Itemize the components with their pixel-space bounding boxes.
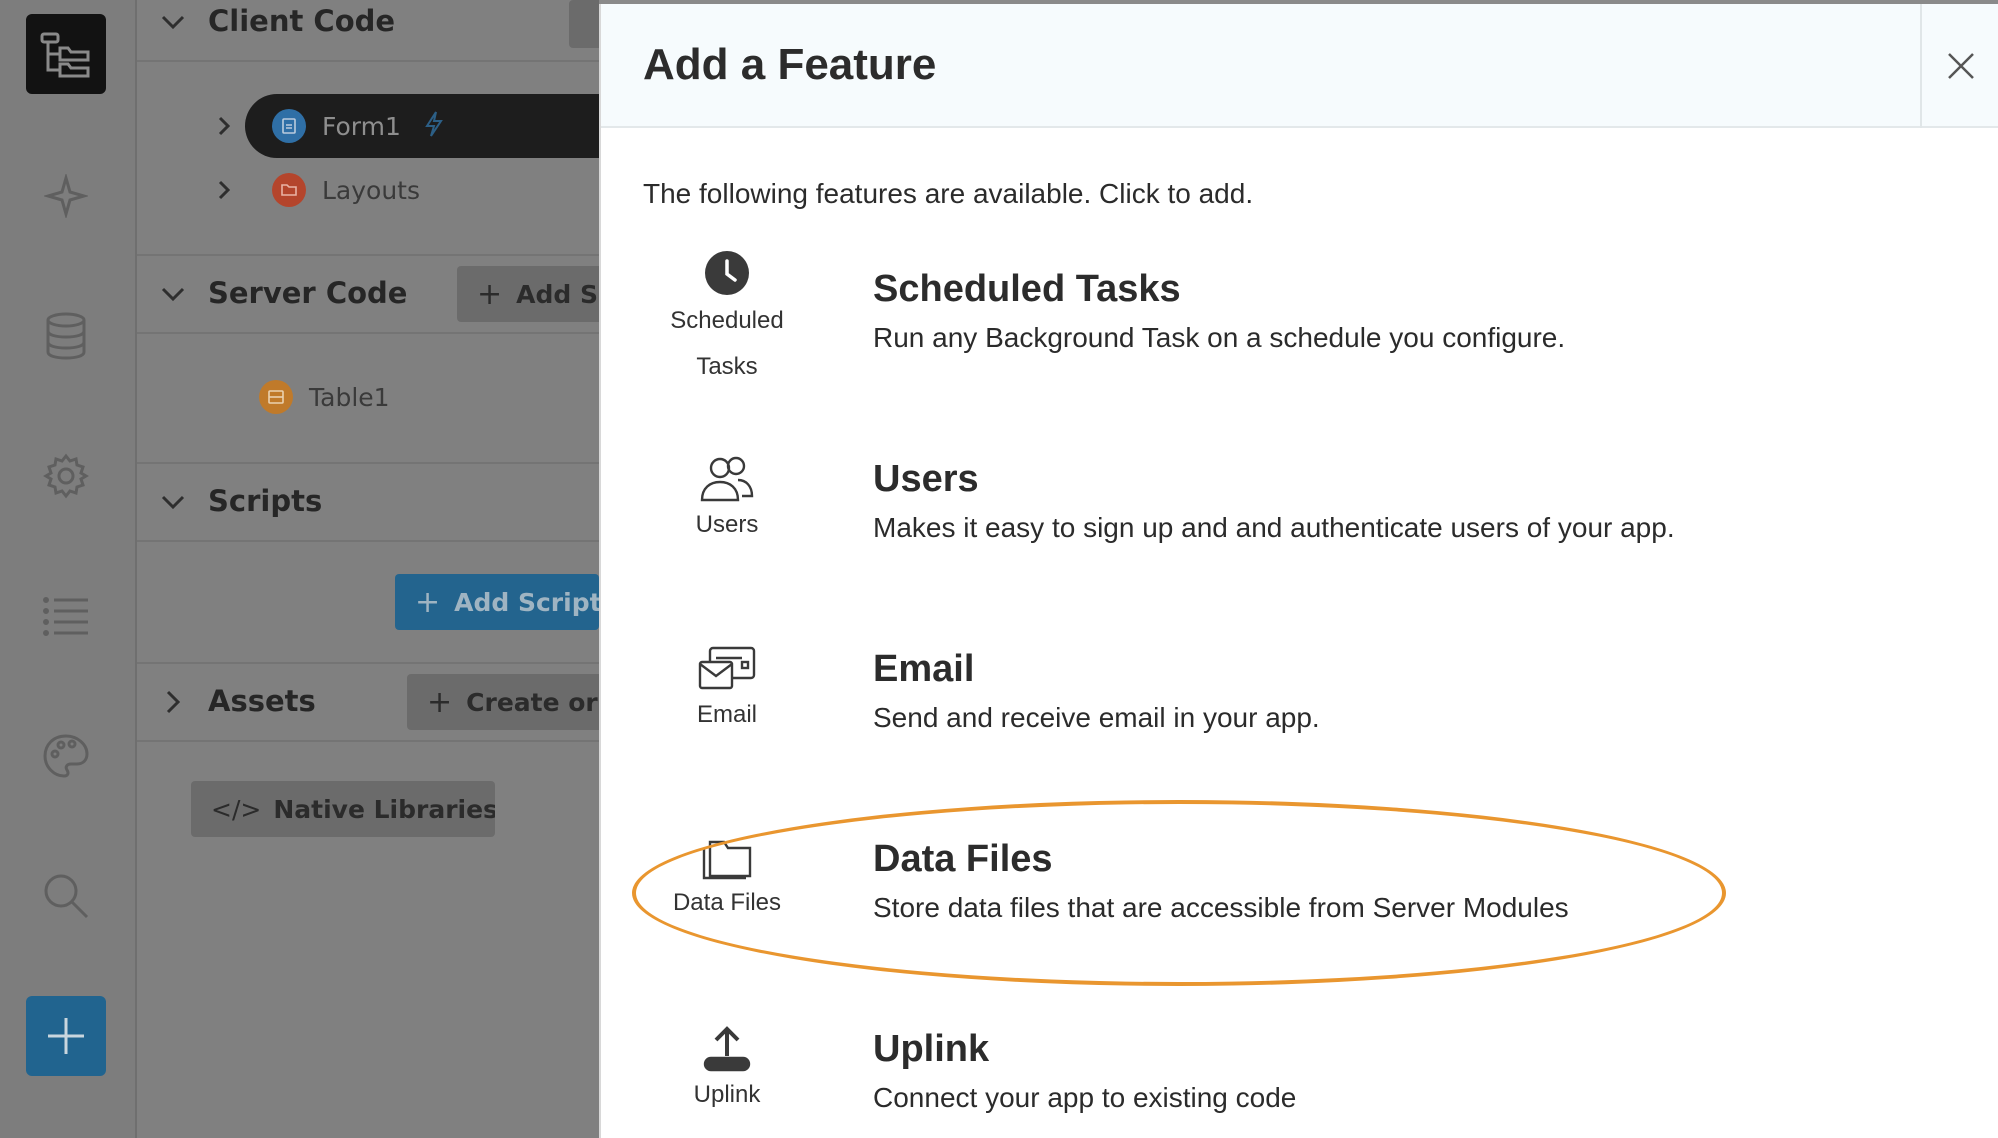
- plus-icon: +: [427, 684, 453, 720]
- divider: [137, 540, 599, 542]
- scripts-title: Scripts: [208, 484, 323, 518]
- list-icon: [43, 597, 88, 636]
- feature-title: Scheduled Tasks: [873, 268, 1181, 310]
- divider: [137, 60, 599, 62]
- plus-icon: +: [477, 276, 503, 312]
- clock-icon: [705, 251, 749, 295]
- feature-icon-label: Data Files: [672, 889, 782, 916]
- chevron-right-icon[interactable]: [212, 114, 236, 138]
- tree-item-label: Table1: [309, 382, 390, 412]
- theme-button[interactable]: [26, 716, 106, 796]
- add-server-module-button[interactable]: + Add Se: [457, 266, 599, 322]
- feature-description: Makes it easy to sign up and and authent…: [873, 512, 1675, 543]
- plus-icon: [48, 1018, 84, 1054]
- client-code-title: Client Code: [208, 4, 396, 38]
- feature-title: Email: [873, 648, 975, 690]
- add-feature-dialog: Add a Feature The following features are…: [599, 4, 1998, 1138]
- client-code-header[interactable]: Client Code: [137, 0, 599, 60]
- form-icon: [272, 109, 306, 143]
- search-icon: [44, 874, 89, 919]
- assets-title: Assets: [208, 684, 316, 718]
- close-icon: [1948, 53, 1974, 79]
- add-script-label: Add Script: [454, 587, 599, 617]
- folder-icon: [272, 173, 306, 207]
- app-tree-icon: [40, 32, 90, 78]
- feature-icon-tile: Email: [657, 646, 797, 738]
- feature-icon-tile: Users: [657, 456, 797, 548]
- chevron-down-icon[interactable]: [159, 8, 187, 36]
- add-script-button[interactable]: + Add Script: [395, 574, 599, 630]
- feature-description: Run any Background Task on a schedule yo…: [873, 322, 1566, 353]
- feature-title: Data Files: [873, 838, 1053, 880]
- create-asset-label: Create or u: [466, 687, 599, 717]
- tree-item-table1[interactable]: Table1: [259, 365, 390, 429]
- feature-icon-label: Email: [696, 701, 757, 728]
- scripts-header[interactable]: Scripts: [137, 464, 599, 540]
- feature-email[interactable]: Email Email Send and receive email in yo…: [601, 622, 1998, 772]
- tree-item-layouts[interactable]: Layouts: [212, 158, 420, 222]
- close-button[interactable]: [1920, 4, 1998, 128]
- feature-icon-label: Uplink: [693, 1081, 761, 1108]
- folder-icon: [702, 840, 752, 880]
- feature-data-files[interactable]: Data Files Data Files Store data files t…: [601, 812, 1998, 962]
- dialog-header: Add a Feature: [601, 4, 1998, 128]
- app-tree-button[interactable]: [26, 14, 106, 94]
- feature-uplink[interactable]: Uplink Uplink Connect your app to existi…: [601, 1002, 1998, 1138]
- divider: [137, 332, 599, 334]
- add-button[interactable]: [26, 996, 106, 1076]
- upload-icon: [703, 1026, 751, 1072]
- outline-button[interactable]: [26, 576, 106, 656]
- chevron-down-icon[interactable]: [159, 488, 187, 516]
- ai-assist-button[interactable]: [26, 156, 106, 236]
- search-button[interactable]: [26, 856, 106, 936]
- settings-button[interactable]: [26, 436, 106, 516]
- tree-item-label: Form1: [322, 111, 401, 141]
- feature-icon-tile: Scheduled Tasks: [657, 250, 797, 390]
- email-icon: [698, 646, 756, 690]
- divider: [137, 740, 599, 742]
- chevron-down-icon[interactable]: [159, 280, 187, 308]
- dialog-title: Add a Feature: [643, 40, 937, 89]
- palette-icon: [43, 734, 89, 778]
- feature-description: Connect your app to existing code: [873, 1082, 1297, 1113]
- feature-title: Uplink: [873, 1028, 990, 1070]
- create-asset-button[interactable]: + Create or u: [407, 674, 599, 730]
- dialog-intro: The following features are available. Cl…: [643, 178, 1254, 209]
- add-server-module-label: Add Se: [516, 279, 599, 309]
- users-icon: [700, 456, 754, 502]
- tree-item-label: Layouts: [322, 175, 421, 205]
- feature-title: Users: [873, 458, 979, 500]
- native-libraries-label: Native Libraries...: [273, 794, 495, 824]
- icon-rail: [0, 0, 137, 1138]
- chevron-right-icon[interactable]: [212, 178, 236, 202]
- table-icon: [259, 380, 293, 414]
- feature-icon-tile: Uplink: [657, 1026, 797, 1118]
- feature-description: Store data files that are accessible fro…: [873, 892, 1569, 923]
- feature-icon-tile: Data Files: [657, 836, 797, 926]
- code-icon: </>: [211, 794, 262, 824]
- feature-description: Send and receive email in your app.: [873, 702, 1320, 733]
- data-tables-button[interactable]: [26, 296, 106, 376]
- feature-icon-label: Scheduled Tasks: [670, 307, 784, 380]
- feature-scheduled-tasks[interactable]: Scheduled Tasks Scheduled Tasks Run any …: [601, 242, 1998, 392]
- feature-users[interactable]: Users Users Makes it easy to sign up and…: [601, 432, 1998, 582]
- lightning-icon: [423, 110, 445, 142]
- tree-item-form1[interactable]: Form1: [212, 94, 445, 158]
- server-code-title: Server Code: [208, 276, 408, 310]
- chevron-right-icon[interactable]: [159, 688, 187, 716]
- feature-icon-label: Users: [695, 511, 759, 538]
- star-icon: [44, 174, 88, 218]
- native-libraries-button[interactable]: </> Native Libraries...: [191, 781, 495, 837]
- database-icon: [46, 312, 86, 360]
- gear-icon: [43, 453, 89, 499]
- add-form-button[interactable]: [569, 0, 599, 48]
- plus-icon: +: [415, 584, 441, 620]
- app-tree-panel: Client Code Form1 Layouts Server Code +: [137, 0, 599, 1138]
